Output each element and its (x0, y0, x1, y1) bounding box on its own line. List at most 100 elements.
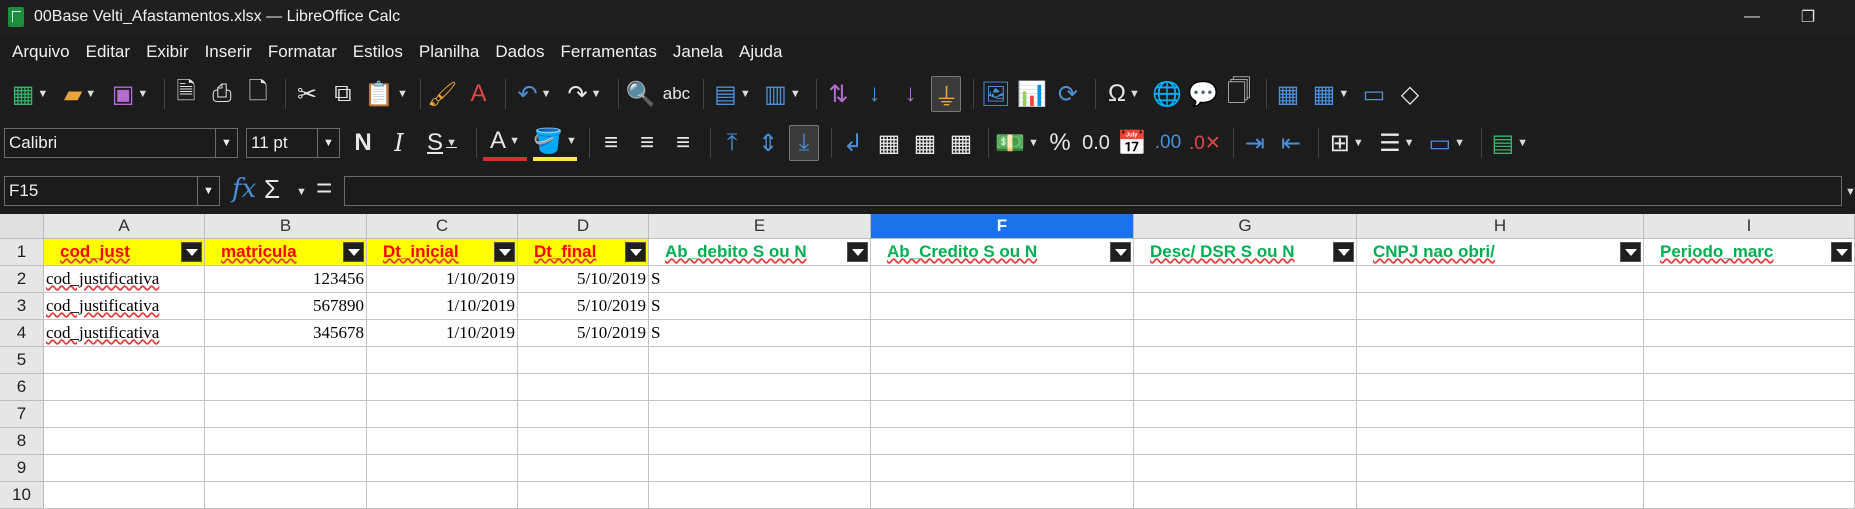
cell-h10[interactable] (1357, 482, 1644, 509)
cell-g10[interactable] (1134, 482, 1357, 509)
sort-ascending-icon[interactable]: ↓ (859, 76, 889, 112)
autofilter-dropdown-button[interactable] (1110, 242, 1131, 262)
cell-f3[interactable] (871, 293, 1134, 320)
cell-h9[interactable] (1357, 455, 1644, 482)
cell-e4[interactable]: S (649, 320, 871, 347)
cell-d5[interactable] (518, 347, 649, 374)
cell-d2[interactable]: 5/10/2019 (518, 266, 649, 293)
sort-descending-icon[interactable]: ↓ (895, 76, 925, 112)
increase-indent-icon[interactable]: ⇥ (1240, 125, 1270, 161)
cell-b6[interactable] (205, 374, 367, 401)
row-header-2[interactable]: 2 (0, 266, 44, 293)
cell-d9[interactable] (518, 455, 649, 482)
row-header-4[interactable]: 4 (0, 320, 44, 347)
border-color-icon[interactable]: ▭ ▼ (1425, 125, 1469, 161)
pivot-table-icon[interactable]: ⟳ (1053, 76, 1083, 112)
redo-icon[interactable]: ↷ ▼ (562, 76, 606, 112)
chevron-down-icon[interactable]: ▼ (317, 129, 339, 157)
autofilter-dropdown-button[interactable] (494, 242, 515, 262)
cell-f1[interactable]: Ab_Credito S ou N (871, 239, 1134, 266)
align-bottom-icon[interactable]: ⤓ (789, 125, 819, 161)
cell-h1[interactable]: CNPJ nao obri/ (1357, 239, 1644, 266)
autofilter-dropdown-button[interactable] (625, 242, 646, 262)
cell-h2[interactable] (1357, 266, 1644, 293)
italic-icon[interactable]: I (384, 125, 414, 161)
format-number-icon[interactable]: 0.0 (1081, 125, 1111, 161)
cell-b10[interactable] (205, 482, 367, 509)
function-wizard-icon[interactable]: fx (232, 174, 256, 204)
cell-e1[interactable]: Ab_debito S ou N (649, 239, 871, 266)
cell-a8[interactable] (44, 428, 205, 455)
split-window-icon[interactable]: ▭ (1359, 76, 1389, 112)
align-center-icon[interactable]: ≡ (632, 125, 662, 161)
cell-i6[interactable] (1644, 374, 1855, 401)
row-header-8[interactable]: 8 (0, 428, 44, 455)
show-draw-functions-icon[interactable]: ◇ (1395, 76, 1425, 112)
cell-i4[interactable] (1644, 320, 1855, 347)
column-header-g[interactable]: G (1134, 214, 1357, 239)
cell-i1[interactable]: Periodo_marc (1644, 239, 1855, 266)
cell-b8[interactable] (205, 428, 367, 455)
cell-f9[interactable] (871, 455, 1134, 482)
row-header-3[interactable]: 3 (0, 293, 44, 320)
column-header-a[interactable]: A (44, 214, 205, 239)
menu-janela[interactable]: Janela (665, 42, 731, 62)
delete-decimal-icon[interactable]: .0✕ (1189, 125, 1221, 161)
cell-f10[interactable] (871, 482, 1134, 509)
cell-f4[interactable] (871, 320, 1134, 347)
row-header-6[interactable]: 6 (0, 374, 44, 401)
select-all-corner[interactable] (0, 214, 44, 239)
cell-f7[interactable] (871, 401, 1134, 428)
cell-f5[interactable] (871, 347, 1134, 374)
column-icon[interactable]: ▥ ▼ (760, 76, 804, 112)
autofilter-dropdown-button[interactable] (181, 242, 202, 262)
cell-d10[interactable] (518, 482, 649, 509)
cell-g3[interactable] (1134, 293, 1357, 320)
cell-b4[interactable]: 345678 (205, 320, 367, 347)
cell-c4[interactable]: 1/10/2019 (367, 320, 518, 347)
cell-c5[interactable] (367, 347, 518, 374)
align-left-icon[interactable]: ≡ (596, 125, 626, 161)
font-color-icon[interactable]: A ▼ (483, 125, 527, 161)
cell-b1[interactable]: matricula (205, 239, 367, 266)
cell-h5[interactable] (1357, 347, 1644, 374)
cell-h8[interactable] (1357, 428, 1644, 455)
menu-editar[interactable]: Editar (78, 42, 138, 62)
borders-icon[interactable]: ⊞ ▼ (1325, 125, 1369, 161)
row-header-9[interactable]: 9 (0, 455, 44, 482)
cell-g4[interactable] (1134, 320, 1357, 347)
save-icon[interactable]: ▣ ▼ (108, 76, 152, 112)
menu-ajuda[interactable]: Ajuda (731, 42, 790, 62)
cell-g7[interactable] (1134, 401, 1357, 428)
cell-d4[interactable]: 5/10/2019 (518, 320, 649, 347)
menu-formatar[interactable]: Formatar (260, 42, 345, 62)
border-style-icon[interactable]: ☰ ▼ (1375, 125, 1419, 161)
cell-h4[interactable] (1357, 320, 1644, 347)
underline-icon[interactable]: S ▼ (420, 125, 464, 161)
cell-c2[interactable]: 1/10/2019 (367, 266, 518, 293)
column-header-f[interactable]: F (871, 214, 1134, 239)
cell-d7[interactable] (518, 401, 649, 428)
sort-icon[interactable]: ⇅ (823, 76, 853, 112)
cell-d8[interactable] (518, 428, 649, 455)
cell-g6[interactable] (1134, 374, 1357, 401)
merge-center-icon[interactable]: ▦ (874, 125, 904, 161)
format-currency-icon[interactable]: 💵 ▼ (995, 125, 1039, 161)
cell-a2[interactable]: cod_justificativa (44, 266, 205, 293)
autofilter-dropdown-button[interactable] (1620, 242, 1641, 262)
cell-b5[interactable] (205, 347, 367, 374)
cell-g5[interactable] (1134, 347, 1357, 374)
center-vertically-icon[interactable]: ⇕ (753, 125, 783, 161)
row-icon[interactable]: ▤ ▼ (710, 76, 754, 112)
export-pdf-icon[interactable]: 🗎 (171, 76, 201, 112)
cell-i3[interactable] (1644, 293, 1855, 320)
autofilter-dropdown-button[interactable] (1831, 242, 1852, 262)
cell-c9[interactable] (367, 455, 518, 482)
font-size-box[interactable]: 11 pt ▼ (246, 128, 340, 158)
chevron-down-icon[interactable]: ▼ (296, 186, 307, 198)
column-header-i[interactable]: I (1644, 214, 1855, 239)
find-replace-icon[interactable]: 🔍 (625, 76, 656, 112)
cell-c1[interactable]: Dt_inicial (367, 239, 518, 266)
menu-planilha[interactable]: Planilha (411, 42, 488, 62)
cell-e6[interactable] (649, 374, 871, 401)
